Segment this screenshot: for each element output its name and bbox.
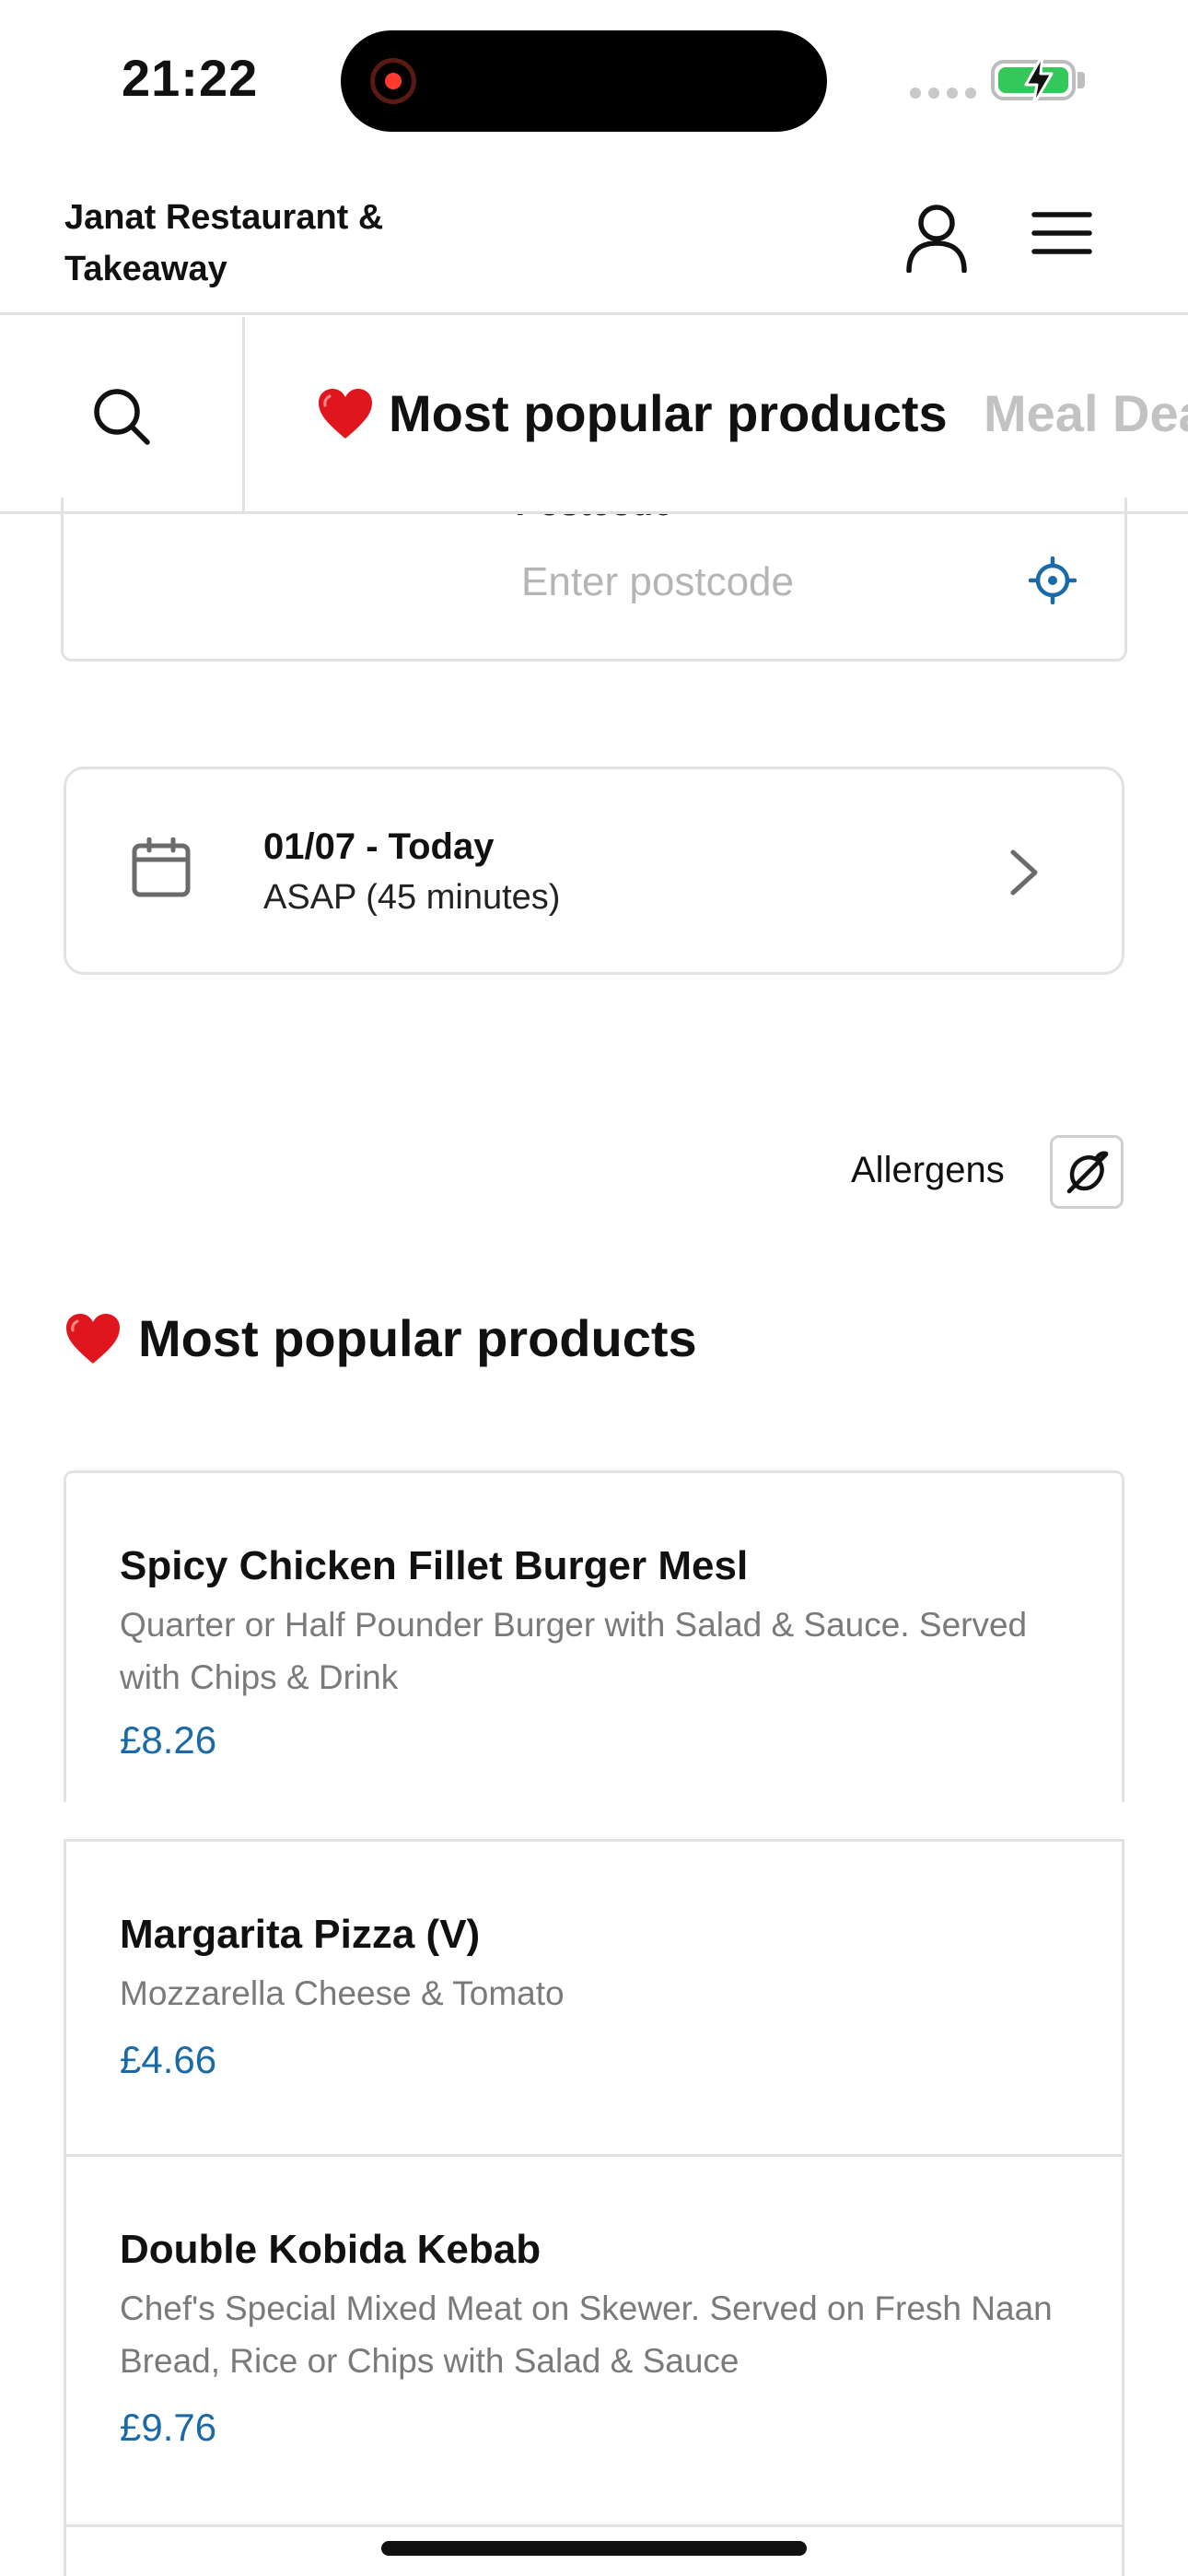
postcode-card: Postcode: [61, 498, 1127, 662]
allergens-label[interactable]: Allergens: [851, 1150, 1005, 1191]
recording-indicator-icon: [370, 58, 416, 104]
account-icon[interactable]: [904, 203, 969, 273]
product-price: £9.76: [120, 2406, 217, 2449]
postcode-input[interactable]: [303, 555, 1012, 610]
home-indicator[interactable]: [381, 2541, 807, 2556]
product-name: Spicy Chicken Fillet Burger Mesl: [120, 1543, 749, 1588]
tab-label: Most popular products: [389, 384, 948, 442]
category-tab-bar: Most popular products Meal Dea: [0, 317, 1188, 514]
product-card[interactable]: Spicy Chicken Fillet Burger Mesl Quarter…: [64, 1470, 1124, 1802]
delivery-time-selector[interactable]: 01/07 - Today ASAP (45 minutes): [64, 767, 1124, 975]
status-bar: 21:22: [0, 0, 1188, 157]
product-name: Margarita Pizza (V): [120, 1912, 481, 1957]
restaurant-name[interactable]: Janat Restaurant & Takeaway: [64, 192, 451, 295]
allergens-button[interactable]: [1050, 1135, 1124, 1209]
app-header: Janat Restaurant & Takeaway: [0, 157, 1188, 315]
section-title: Most popular products: [64, 1308, 697, 1368]
product-card[interactable]: Double Kobida Kebab Chef's Special Mixed…: [64, 2154, 1124, 2528]
cellular-signal-icon: [910, 88, 976, 99]
product-name: Double Kobida Kebab: [120, 2227, 542, 2272]
product-description: Quarter or Half Pounder Burger with Sala…: [120, 1606, 1028, 1696]
hamburger-menu-icon[interactable]: [1031, 210, 1092, 256]
product-price: £4.66: [120, 2038, 217, 2081]
allergen-icon: [1066, 1151, 1109, 1194]
tab-most-popular[interactable]: Most popular products: [317, 383, 948, 443]
heart-icon: [66, 1313, 120, 1364]
locate-crosshair-icon[interactable]: [1029, 556, 1077, 604]
status-time: 21:22: [122, 49, 259, 107]
heart-icon: [319, 388, 372, 439]
delivery-eta: ASAP (45 minutes): [263, 878, 561, 917]
charging-bolt-icon: [1024, 53, 1054, 107]
section-title-label: Most popular products: [138, 1309, 697, 1367]
tab-meal-deals[interactable]: Meal Dea: [984, 383, 1188, 443]
dynamic-island: [341, 30, 827, 132]
product-price: £8.26: [120, 1718, 217, 1762]
calendar-icon: [132, 837, 191, 897]
product-card[interactable]: Margarita Pizza (V) Mozzarella Cheese & …: [64, 1839, 1124, 2157]
product-description: Mozzarella Cheese & Tomato: [120, 1974, 565, 2012]
delivery-date: 01/07 - Today: [263, 826, 495, 867]
search-icon: [94, 389, 150, 445]
product-description: Chef's Special Mixed Meat on Skewer. Ser…: [120, 2289, 1053, 2380]
chevron-right-icon: [1010, 849, 1038, 896]
search-button[interactable]: [0, 317, 245, 511]
